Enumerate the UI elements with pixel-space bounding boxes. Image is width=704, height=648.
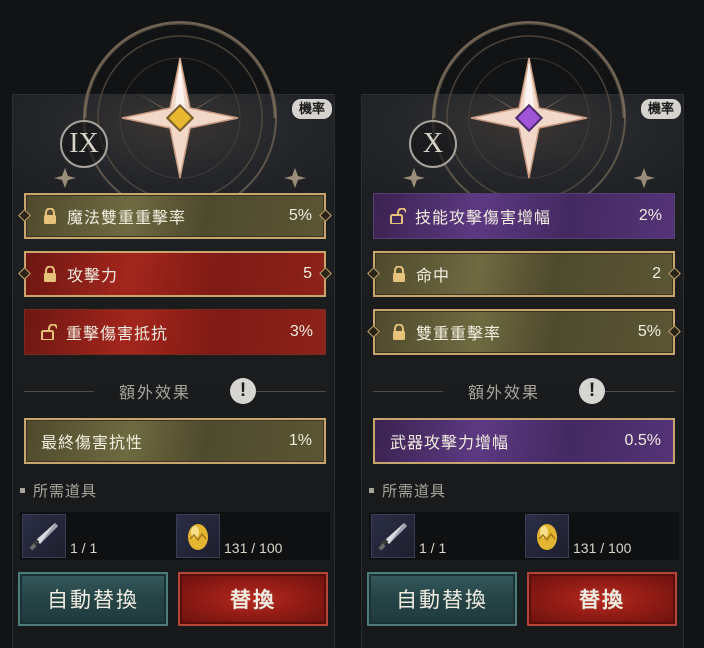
item-count: 131 / 100 (224, 540, 283, 556)
stat-value: 1% (288, 432, 312, 449)
extra-stat-row: 武器攻擊力增幅 0.5% (373, 418, 675, 464)
stat-name: 武器攻擊力增幅 (390, 435, 510, 452)
divider (24, 391, 94, 392)
stat-row[interactable]: 攻擊力 5 (18, 251, 332, 297)
dagger-icon[interactable] (371, 514, 415, 558)
divider (256, 391, 326, 392)
stat-row[interactable]: 命中 2 (367, 251, 681, 297)
item-count: 1 / 1 (70, 540, 98, 556)
padlock-unlocked-icon[interactable] (389, 207, 407, 225)
padlock-locked-icon[interactable] (41, 265, 59, 283)
padlock-locked-icon[interactable] (390, 265, 408, 283)
stat-value: 2% (638, 207, 662, 224)
padlock-locked-icon[interactable] (41, 207, 59, 225)
stat-row[interactable]: 技能攻擊傷害增幅 2% (373, 193, 675, 239)
stat-name: 魔法雙重重擊率 (67, 210, 187, 227)
tier-roman-numeral: X (409, 120, 457, 168)
stat-name: 技能攻擊傷害增幅 (415, 210, 552, 227)
required-item[interactable]: 1 / 1 (22, 514, 97, 558)
rune-panel-left: IX 機率 魔法雙重重擊率 5% 攻擊力 5 重擊傷害抵抗 3% 額外效果 ! … (10, 0, 350, 648)
required-item[interactable]: 131 / 100 (176, 514, 282, 558)
golden-egg-icon[interactable] (525, 514, 569, 558)
stat-row[interactable]: 雙重重擊率 5% (367, 309, 681, 355)
dagger-icon[interactable] (22, 514, 66, 558)
rune-panel-right: X 機率 技能攻擊傷害增幅 2% 命中 2 雙重重擊率 5% 額外效果 ! 武器… (359, 0, 699, 648)
stat-row[interactable]: 魔法雙重重擊率 5% (18, 193, 332, 239)
required-items-row: 1 / 1 131 / 100 (20, 512, 330, 560)
divider (605, 391, 675, 392)
extra-effect-title: 額外效果 (467, 385, 540, 402)
bullet (20, 488, 25, 493)
probability-button[interactable]: 機率 (640, 99, 681, 119)
stat-value: 5% (288, 207, 312, 224)
required-items-label: 所需道具 (20, 480, 97, 501)
stat-value: 5 (303, 265, 312, 282)
stat-name: 最終傷害抗性 (41, 435, 144, 452)
info-alert-icon[interactable]: ! (230, 378, 256, 404)
stat-row[interactable]: 重擊傷害抵抗 3% (24, 309, 326, 355)
golden-egg-icon[interactable] (176, 514, 220, 558)
required-items-row: 1 / 1 131 / 100 (369, 512, 679, 560)
item-count: 1 / 1 (419, 540, 447, 556)
stat-value: 5% (637, 323, 661, 340)
tier-roman-numeral: IX (60, 120, 108, 168)
stat-name: 重擊傷害抵抗 (66, 326, 169, 343)
extra-effect-header: 額外效果 ! (373, 376, 675, 406)
stat-value: 3% (289, 323, 313, 340)
stat-value: 0.5% (624, 432, 661, 449)
replace-button[interactable]: 替換 (178, 572, 328, 626)
bullet (369, 488, 374, 493)
extra-effect-header: 額外效果 ! (24, 376, 326, 406)
panel-card (361, 94, 684, 648)
extra-stat-row: 最終傷害抗性 1% (24, 418, 326, 464)
padlock-unlocked-icon[interactable] (40, 323, 58, 341)
divider (373, 391, 443, 392)
replace-button[interactable]: 替換 (527, 572, 677, 626)
extra-effect-title: 額外效果 (118, 385, 191, 402)
stat-name: 攻擊力 (67, 268, 119, 285)
auto-replace-button[interactable]: 自動替換 (367, 572, 517, 626)
auto-replace-button[interactable]: 自動替換 (18, 572, 168, 626)
stat-name: 雙重重擊率 (416, 326, 502, 343)
info-alert-icon[interactable]: ! (579, 378, 605, 404)
padlock-locked-icon[interactable] (390, 323, 408, 341)
probability-button[interactable]: 機率 (291, 99, 332, 119)
required-items-label: 所需道具 (369, 480, 446, 501)
required-item[interactable]: 1 / 1 (371, 514, 446, 558)
stat-value: 2 (652, 265, 661, 282)
panel-card (12, 94, 335, 648)
required-item[interactable]: 131 / 100 (525, 514, 631, 558)
stat-name: 命中 (416, 268, 451, 285)
item-count: 131 / 100 (573, 540, 632, 556)
